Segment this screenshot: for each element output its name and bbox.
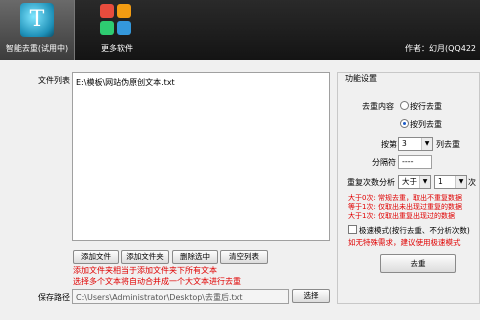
tool-smart-dedup[interactable]: T 智能去重(试用中) [0,0,75,60]
delete-selected-button[interactable]: 删除选中 [172,250,218,264]
tool-more-software[interactable]: 更多软件 [80,0,154,60]
tool-smart-dedup-label: 智能去重(试用中) [5,44,69,53]
dedup-content-label: 去重内容 [362,102,394,111]
settings-title: 功能设置 [343,73,379,84]
count-unit-label: 次 [468,178,476,187]
file-list-label: 文件列表 [38,76,70,85]
radio-by-line[interactable] [400,101,409,110]
chevron-down-icon: ▼ [419,176,430,188]
fast-mode-label: 极速模式(按行去重、不分析次数) [359,226,470,235]
note-folder: 添加文件夹相当于添加文件夹下所有文本 [73,266,217,275]
count-select[interactable]: 1 ▼ [434,175,467,189]
radio-by-column[interactable] [400,119,409,128]
column-select[interactable]: 3 ▼ [398,137,433,151]
column-prefix-label: 按第 [381,140,397,149]
browse-button[interactable]: 选择 [292,289,330,303]
info-line-greater-one: 大于1次: 仅取出重复出现过的数据 [348,212,456,220]
fast-mode-checkbox[interactable] [348,225,357,234]
chevron-down-icon: ▼ [455,176,466,188]
clear-list-button[interactable]: 清空列表 [220,250,268,264]
tool-more-software-label: 更多软件 [101,44,133,53]
dedup-app-icon: T [20,3,54,37]
note-merge: 选择多个文本将自动合并成一个大文本进行去重 [73,277,241,286]
file-list-box[interactable]: E:\模板\网站伪原创文本.txt [72,72,330,241]
more-software-icon [100,4,132,36]
top-toolbar: T 智能去重(试用中) 更多软件 作者：幻月(QQ422 [0,0,480,60]
save-path-field[interactable]: C:\Users\Administrator\Desktop\去重后.txt [72,289,289,304]
add-file-button[interactable]: 添加文件 [73,250,119,264]
separator-input[interactable]: ---- [398,155,432,169]
dedup-run-button[interactable]: 去重 [380,254,456,273]
fast-mode-note: 如无特殊需求，建议使用极速模式 [348,238,461,247]
repeat-analysis-label: 重复次数分析 [347,178,395,187]
separator-label: 分隔符 [372,158,396,167]
save-path-value: C:\Users\Administrator\Desktop\去重后.txt [76,293,243,302]
add-folder-button[interactable]: 添加文件夹 [121,250,169,264]
count-select-value: 1 [438,177,443,186]
chevron-down-icon: ▼ [421,138,432,150]
separator-value: ---- [402,157,414,166]
author-info: 作者：幻月(QQ422 [405,44,476,53]
option-by-line-label: 按行去重 [410,102,442,111]
file-list-item[interactable]: E:\模板\网站伪原创文本.txt [76,77,175,88]
option-by-column-label: 按列去重 [410,120,442,129]
column-suffix-label: 列去重 [436,140,460,149]
compare-select-value: 大于 [402,177,417,186]
save-path-label: 保存路径 [38,293,70,302]
compare-select[interactable]: 大于 ▼ [398,175,431,189]
column-select-value: 3 [402,139,407,148]
